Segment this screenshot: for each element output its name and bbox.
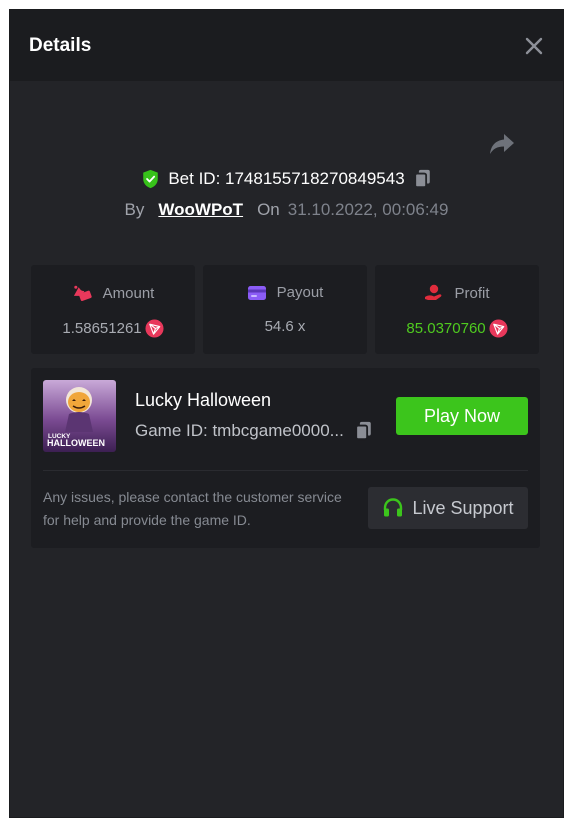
modal-title: Details (29, 34, 92, 56)
game-name: Lucky Halloween (135, 390, 272, 410)
hand-coin-icon (425, 284, 442, 300)
bet-stats: Amount 1.58651261 Payout 54.6 x Profit 8… (31, 265, 539, 354)
modal-header: Details (10, 10, 563, 81)
live-support-button[interactable]: Live Support (368, 487, 528, 529)
copy-bet-id-icon[interactable] (413, 169, 432, 189)
thumb-text-halloween: HALLOWEEN (47, 438, 105, 448)
headset-icon (384, 498, 403, 517)
card-icon (247, 285, 266, 300)
user-link[interactable]: WooWPoT (158, 200, 243, 220)
bet-date: 31.10.2022, 00:06:49 (287, 200, 449, 219)
stat-profit: Profit 85.0370760 (375, 265, 539, 354)
stat-value: 1.58651261 (62, 320, 142, 337)
on-label: On (257, 200, 280, 219)
stat-label: Profit (454, 284, 490, 302)
stat-value: 85.0370760 (406, 320, 486, 337)
share-icon[interactable] (488, 132, 516, 156)
money-wing-icon (73, 285, 92, 302)
close-icon[interactable] (523, 35, 545, 57)
stat-label: Payout (276, 284, 324, 301)
bet-owner-row: By WooWPoT On 31.10.2022, 00:06:49 (10, 200, 563, 220)
trx-coin-icon (489, 319, 508, 338)
details-modal: Details Bet ID: 1748155718270849543 By W… (9, 9, 564, 818)
game-card: LUCKY HALLOWEEN Lucky Halloween Game ID:… (31, 368, 540, 548)
stat-payout: Payout 54.6 x (203, 265, 367, 354)
trx-coin-icon (145, 319, 164, 338)
game-id: Game ID: tmbcgame0000... (135, 421, 344, 440)
live-support-label: Live Support (412, 497, 514, 518)
divider (43, 470, 528, 471)
support-info-text: Any issues, please contact the customer … (43, 489, 342, 528)
copy-game-id-icon[interactable] (354, 421, 373, 441)
stat-label: Amount (102, 284, 155, 302)
play-now-button[interactable]: Play Now (396, 397, 528, 435)
stat-amount: Amount 1.58651261 (31, 265, 195, 354)
game-thumbnail[interactable]: LUCKY HALLOWEEN (43, 380, 116, 452)
game-id-row: Game ID: tmbcgame0000... (135, 421, 373, 441)
verified-shield-icon (143, 169, 159, 189)
bet-id: Bet ID: 1748155718270849543 (168, 169, 405, 188)
bet-id-row: Bet ID: 1748155718270849543 (10, 169, 563, 189)
stat-value: 54.6 x (264, 318, 306, 335)
by-label: By (124, 200, 145, 219)
